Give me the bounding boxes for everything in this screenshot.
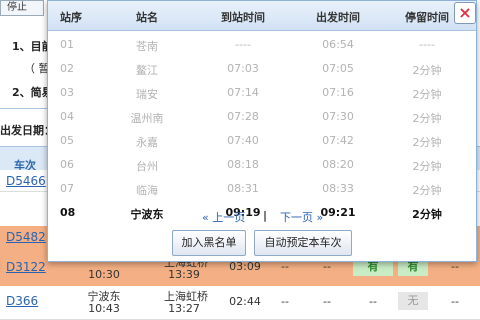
column-header-stop-no: 站序 (60, 11, 82, 24)
stop-station: 鳌江 (136, 64, 158, 77)
stop-arrive: 07:03 (227, 62, 259, 75)
stop-row: 02 鳌江 07:03 07:05 2分钟 (48, 57, 476, 81)
train-number-link[interactable]: D5482 (6, 230, 46, 244)
stop-stay: 2分钟 (412, 136, 442, 149)
stop-no: 03 (60, 86, 74, 99)
stop-no: 02 (60, 62, 74, 75)
next-page-link[interactable]: 下一页 » (280, 209, 323, 225)
arrive-time: 13:39 (168, 268, 200, 281)
stop-depart: 08:20 (322, 158, 354, 171)
train-number-link[interactable]: D366 (6, 294, 38, 308)
stops-table-header: 站序 站名 到站时间 出发时间 停留时间 (48, 1, 476, 31)
duration: 02:44 (229, 295, 261, 308)
stop-row: 04 温州南 07:28 07:30 2分钟 (48, 105, 476, 129)
stop-depart: 07:16 (322, 86, 354, 99)
stop-no: 06 (60, 158, 74, 171)
stop-no: 05 (60, 134, 74, 147)
column-header-stay: 停留时间 (405, 11, 449, 24)
stop-row: 05 永嘉 07:40 07:42 2分钟 (48, 129, 476, 153)
stop-no: 08 (60, 206, 76, 219)
stop-row: 03 瑞安 07:14 07:16 2分钟 (48, 81, 476, 105)
stop-stay: 2分钟 (412, 208, 442, 221)
stop-arrive: ---- (235, 38, 251, 51)
seat-unavailable-badge: 无 (398, 292, 428, 310)
stop-row: 07 临海 08:31 08:33 2分钟 (48, 177, 476, 201)
stop-no: 01 (60, 38, 74, 51)
table-row: D366 宁波东 10:43 上海虹桥 13:27 02:44 -- -- --… (0, 286, 480, 320)
stop-stay: 2分钟 (412, 88, 442, 101)
column-header-depart: 出发时间 (316, 11, 360, 24)
stop-stay: 2分钟 (412, 64, 442, 77)
depart-time: 10:30 (88, 268, 120, 281)
stop-stay: 2分钟 (412, 112, 442, 125)
train-number-link[interactable]: D5466 (6, 174, 46, 188)
stop-stay: ---- (419, 38, 435, 51)
stop-station: 瑞安 (136, 88, 158, 101)
stop-station: 苍南 (136, 40, 158, 53)
stop-station: 永嘉 (136, 136, 158, 149)
stop-depart: 07:30 (322, 110, 354, 123)
seat-cell: -- (281, 295, 289, 308)
seat-cell: -- (369, 295, 377, 308)
arrive-time: 13:27 (168, 302, 200, 315)
train-number-link[interactable]: D3122 (6, 260, 46, 274)
stop-depart: 07:42 (322, 134, 354, 147)
stop-depart: 07:05 (322, 62, 354, 75)
stop-arrive: 08:18 (227, 158, 259, 171)
stop-row: 06 台州 08:18 08:20 2分钟 (48, 153, 476, 177)
stop-depart: 08:33 (322, 182, 354, 195)
add-to-blacklist-button[interactable]: 加入黑名单 (172, 230, 246, 256)
stop-no: 04 (60, 110, 74, 123)
notice-line-2: （ 暂 (24, 62, 50, 75)
stop-stay: 2分钟 (412, 160, 442, 173)
stop-arrive: 08:31 (227, 182, 259, 195)
stop-no: 07 (60, 182, 74, 195)
stop-station: 台州 (136, 160, 158, 173)
stop-arrive: 07:40 (227, 134, 259, 147)
seat-cell: -- (451, 295, 459, 308)
auto-book-train-button[interactable]: 自动预定本车次 (254, 230, 352, 256)
column-header-station: 站名 (136, 11, 158, 24)
pager-separator: | (263, 209, 268, 222)
seat-cell: -- (323, 295, 331, 308)
stop-tab[interactable]: 停止 (0, 0, 44, 16)
divider (0, 108, 48, 109)
stop-stay: 2分钟 (412, 184, 442, 197)
stop-depart: 06:54 (322, 38, 354, 51)
stop-station: 临海 (136, 184, 158, 197)
stop-row-current: 08 宁波东 09:19 09:21 2分钟 (48, 201, 476, 225)
stop-row: 01 苍南 ---- 06:54 ---- (48, 33, 476, 57)
stop-station: 宁波东 (130, 208, 164, 221)
depart-time: 10:43 (88, 302, 120, 315)
stop-station: 温州南 (130, 112, 164, 125)
train-stops-popup: 站序 站名 到站时间 出发时间 停留时间 01 苍南 ---- 06:54 --… (47, 0, 477, 262)
stop-arrive: 07:14 (227, 86, 259, 99)
stop-arrive: 07:28 (227, 110, 259, 123)
prev-page-link[interactable]: « 上一页 (202, 209, 245, 225)
column-header-arrive: 到站时间 (221, 11, 265, 24)
close-icon[interactable]: × (454, 2, 476, 24)
